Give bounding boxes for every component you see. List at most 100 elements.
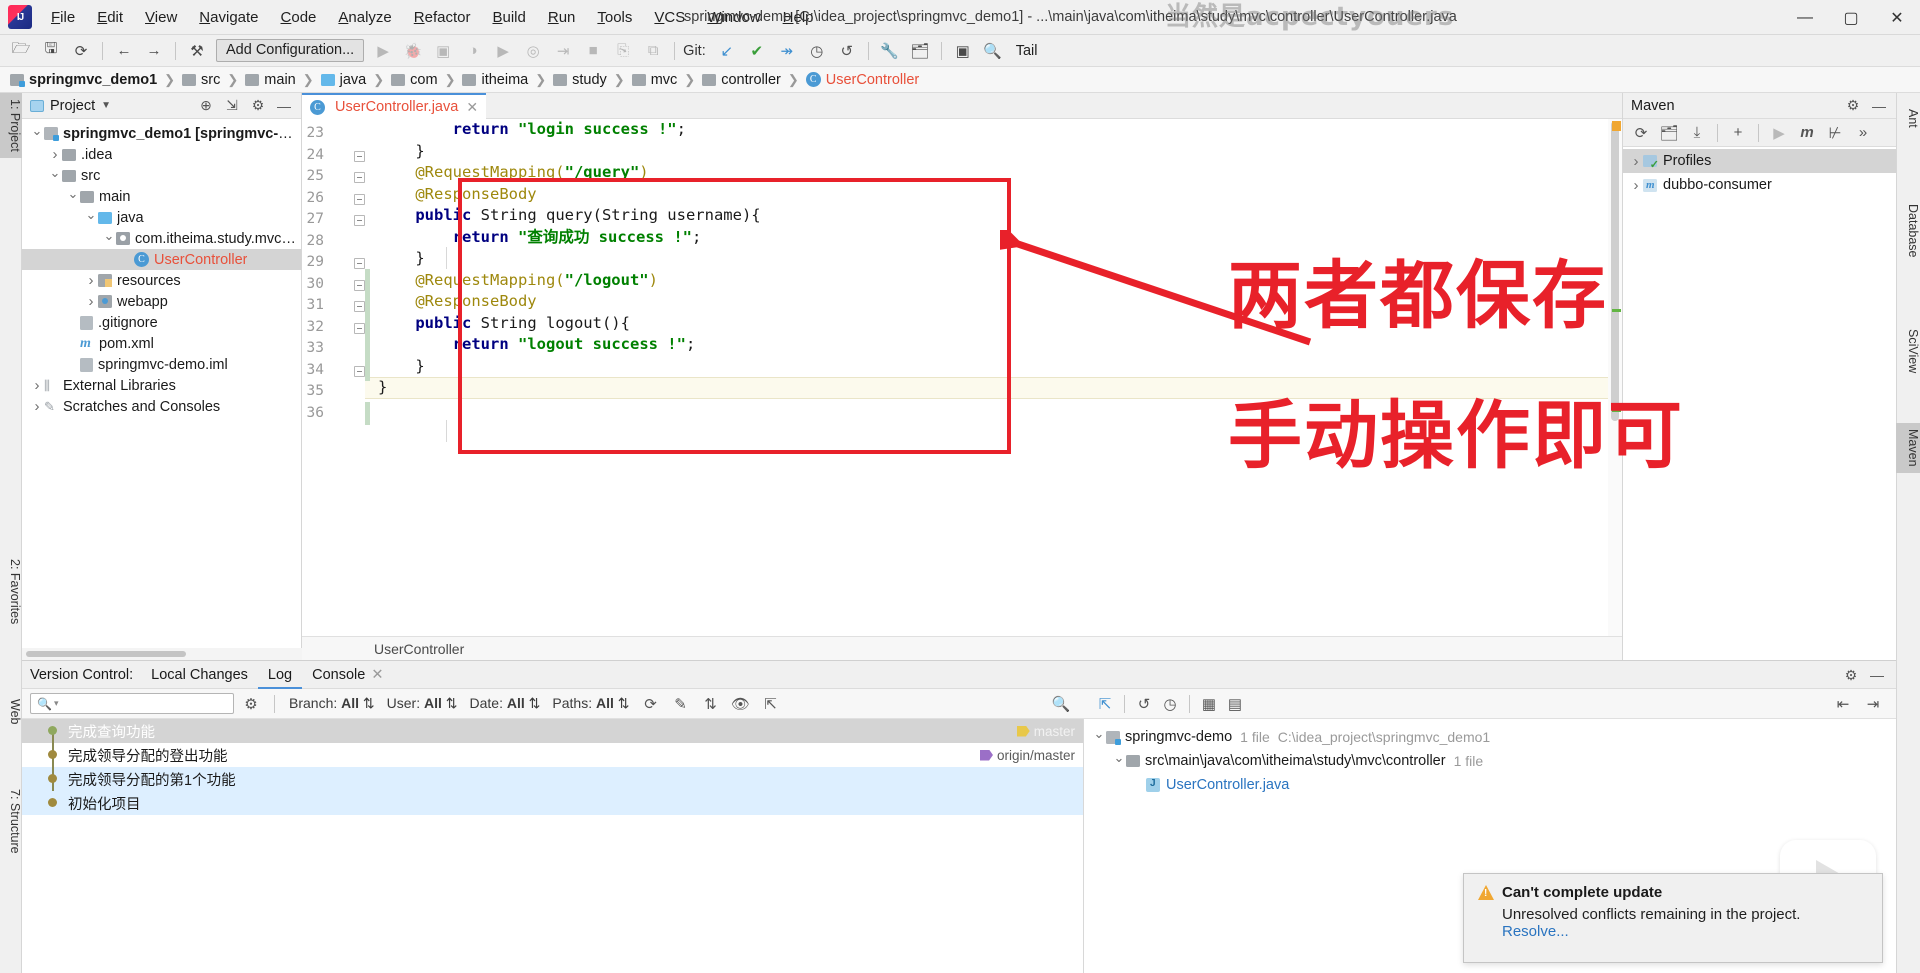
- collapse-all-icon[interactable]: ⇲: [219, 95, 245, 117]
- sync-icon[interactable]: ⟳: [68, 39, 94, 63]
- preview-diff-icon[interactable]: ▤: [1222, 693, 1248, 715]
- tree-item-resources[interactable]: resources: [22, 270, 301, 291]
- menu-view[interactable]: View: [134, 0, 188, 35]
- log-search-icon[interactable]: 🔍: [1048, 693, 1074, 715]
- tree-item-main[interactable]: main: [22, 186, 301, 207]
- add-configuration-button[interactable]: Add Configuration...: [216, 39, 365, 62]
- terminal-icon[interactable]: ▣: [950, 39, 976, 63]
- sidebar-item-maven[interactable]: Maven: [1896, 423, 1920, 473]
- maximize-button[interactable]: ▢: [1828, 0, 1874, 35]
- hide-panel-icon[interactable]: —: [1866, 95, 1892, 117]
- code-fold-toggle[interactable]: [354, 365, 365, 377]
- close-button[interactable]: ✕: [1874, 0, 1920, 35]
- maven-item-profiles[interactable]: Profiles: [1623, 149, 1896, 173]
- save-all-icon[interactable]: 🖫: [38, 39, 64, 63]
- chevron-open-icon[interactable]: [1092, 729, 1106, 745]
- breadcrumb-item-mvc[interactable]: mvc: [630, 67, 680, 93]
- chevron-open-icon[interactable]: [84, 210, 98, 226]
- date-filter[interactable]: Date: All ⇅: [466, 695, 545, 712]
- menu-code[interactable]: Code: [270, 0, 328, 35]
- run-icon[interactable]: ▶: [370, 39, 396, 63]
- code-content[interactable]: return "login success !"; } @RequestMapp…: [378, 119, 1618, 660]
- run-coverage-icon[interactable]: ▣: [430, 39, 456, 63]
- update-project-icon[interactable]: ↙: [714, 39, 740, 63]
- chevron-open-icon[interactable]: [102, 231, 116, 247]
- chevron-closed-icon[interactable]: [84, 272, 98, 289]
- revert-icon[interactable]: ↺: [1131, 693, 1157, 715]
- paths-filter[interactable]: Paths: All ⇅: [548, 695, 633, 712]
- toggle-skip-tests-icon[interactable]: ⊬: [1821, 121, 1849, 145]
- breadcrumb-item-itheima[interactable]: itheima: [460, 67, 530, 93]
- breadcrumb-item-main[interactable]: main: [243, 67, 297, 93]
- tab-console[interactable]: Console ✕: [302, 661, 393, 689]
- chevron-closed-icon[interactable]: [48, 146, 62, 163]
- tree-item--gitignore[interactable]: .gitignore: [22, 312, 301, 333]
- add-maven-project-icon[interactable]: +: [1724, 121, 1752, 145]
- chevron-closed-icon[interactable]: [84, 293, 98, 310]
- project-structure-icon[interactable]: 🗂: [907, 39, 933, 63]
- tab-log[interactable]: Log: [257, 661, 303, 689]
- chevron-closed-icon[interactable]: [30, 377, 44, 394]
- expand-changes-icon[interactable]: ⇥: [1860, 693, 1886, 715]
- tree-item-pom-xml[interactable]: m pom.xml: [22, 333, 301, 354]
- show-details-icon[interactable]: 👁: [728, 693, 754, 715]
- tree-item-src[interactable]: src: [22, 165, 301, 186]
- changed-file-row[interactable]: src\main\java\com\itheima\study\mvc\cont…: [1084, 749, 1896, 773]
- collapse-changes-icon[interactable]: ⇤: [1830, 693, 1856, 715]
- sidebar-item-database[interactable]: Database: [1896, 198, 1920, 264]
- sidebar-item-web[interactable]: Web: [0, 693, 22, 730]
- commit-icon[interactable]: ✔: [744, 39, 770, 63]
- stop-icon[interactable]: ■: [580, 39, 606, 63]
- expand-diff-icon[interactable]: ⇱: [1092, 693, 1118, 715]
- chevron-down-icon[interactable]: ▼: [101, 100, 111, 111]
- hide-panel-icon[interactable]: —: [271, 95, 297, 117]
- chevron-open-icon[interactable]: [1112, 753, 1126, 769]
- settings-gear-icon[interactable]: ⚙: [1838, 664, 1864, 686]
- intellisort-icon[interactable]: ⇅: [698, 693, 724, 715]
- open-folder-icon[interactable]: 🗁: [8, 39, 34, 63]
- user-filter[interactable]: User: All ⇅: [383, 695, 462, 712]
- code-fold-toggle[interactable]: [354, 193, 365, 205]
- breadcrumb-item-springmvc-demo1[interactable]: springmvc_demo1: [8, 67, 159, 93]
- commit-row[interactable]: 完成领导分配的第1个功能: [22, 767, 1083, 791]
- breadcrumb-item-com[interactable]: com: [389, 67, 439, 93]
- branch-tag[interactable]: master: [1016, 724, 1075, 739]
- close-icon[interactable]: ✕: [371, 667, 383, 683]
- rollback-icon[interactable]: ↺: [834, 39, 860, 63]
- settings-wrench-icon[interactable]: 🔧: [877, 39, 903, 63]
- menu-tools[interactable]: Tools: [586, 0, 643, 35]
- chevron-open-icon[interactable]: [66, 189, 80, 205]
- more-options-icon[interactable]: »: [1849, 121, 1877, 145]
- attach-icon[interactable]: ◎: [520, 39, 546, 63]
- code-fold-toggle[interactable]: [354, 172, 365, 183]
- history-icon[interactable]: ◷: [804, 39, 830, 63]
- menu-refactor[interactable]: Refactor: [403, 0, 482, 35]
- breadcrumb-item-src[interactable]: src: [180, 67, 222, 93]
- code-fold-toggle[interactable]: [354, 301, 365, 312]
- settings-gear-icon[interactable]: ⚙: [245, 95, 271, 117]
- commit-log-list[interactable]: 完成查询功能 master 完成领导分配的登出功能 origin/master 完成领导…: [22, 719, 1084, 973]
- run-2-icon[interactable]: ▶: [490, 39, 516, 63]
- maven-item-dubbo-consumer[interactable]: dubbo-consumer: [1623, 173, 1896, 197]
- minimize-button[interactable]: —: [1782, 0, 1828, 35]
- chevron-closed-icon[interactable]: [1629, 153, 1643, 170]
- breadcrumb-item-usercontroller[interactable]: C UserController: [804, 67, 921, 93]
- show-history-icon[interactable]: ◷: [1157, 693, 1183, 715]
- stop-build-icon[interactable]: ⇥: [550, 39, 576, 63]
- tree-item-webapp[interactable]: webapp: [22, 291, 301, 312]
- back-icon[interactable]: ←: [111, 39, 137, 63]
- commit-row[interactable]: 完成查询功能 master: [22, 719, 1083, 743]
- close-icon[interactable]: ✕: [466, 99, 478, 116]
- tree-item--idea[interactable]: .idea: [22, 144, 301, 165]
- menu-analyze[interactable]: Analyze: [327, 0, 402, 35]
- code-editor[interactable]: 23 24 25 26 27 28 29 30 31 32 33 34 35 36 return "log…: [302, 119, 1622, 660]
- sidebar-item-favorites[interactable]: 2: Favorites: [0, 553, 22, 630]
- sidebar-item-ant[interactable]: Ant: [1896, 103, 1920, 134]
- sidebar-item-structure[interactable]: 7: Structure: [0, 783, 22, 860]
- code-fold-toggle[interactable]: [354, 322, 365, 334]
- push-icon[interactable]: ↠: [774, 39, 800, 63]
- branch-tag[interactable]: origin/master: [979, 748, 1075, 763]
- run-maven-build-icon[interactable]: ▶: [1765, 121, 1793, 145]
- profile-icon[interactable]: ◑: [460, 39, 486, 63]
- menu-run[interactable]: Run: [537, 0, 587, 35]
